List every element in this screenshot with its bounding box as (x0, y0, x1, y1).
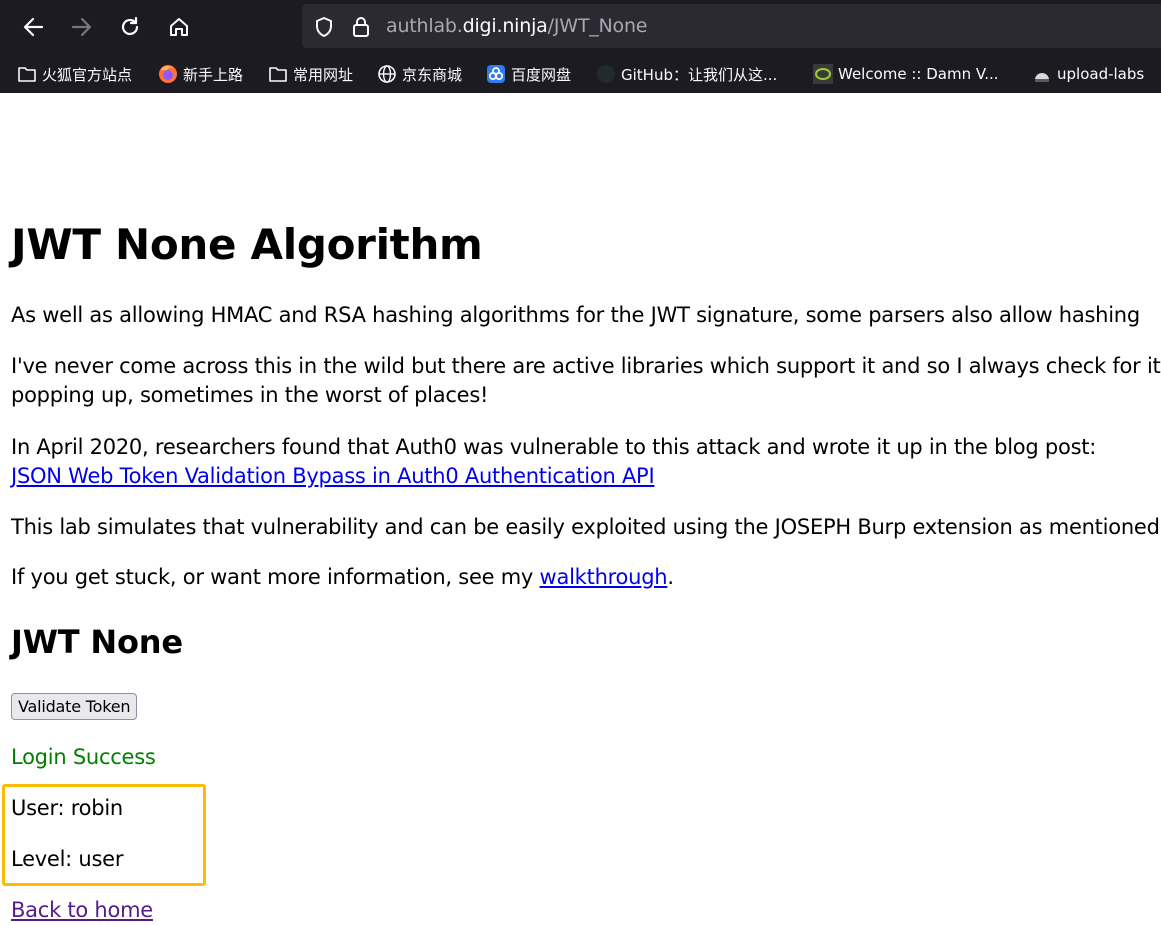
baidu-netdisk-icon (486, 64, 506, 84)
bookmarks-toolbar: 火狐官方站点 新手上路 常用网址 京东商城 百度网盘 GitHub：让我们从这.… (0, 53, 1161, 93)
folder-icon (268, 64, 288, 84)
back-arrow-icon (23, 17, 44, 37)
shield-icon[interactable] (314, 16, 334, 42)
back-button[interactable] (15, 9, 51, 45)
page-title: JWT None Algorithm (11, 220, 483, 269)
bookmark-label: 常用网址 (293, 65, 354, 84)
bookmark-label: GitHub：让我们从这... (621, 65, 778, 84)
url-bar[interactable]: authlab.digi.ninja/JWT_None (302, 4, 1161, 48)
reload-icon (121, 16, 139, 36)
home-button[interactable] (161, 9, 197, 45)
lab-paragraph: This lab simulates that vulnerability an… (11, 515, 1160, 539)
url-path: /JWT_None (547, 15, 648, 37)
validate-token-button[interactable]: Validate Token (11, 693, 138, 720)
help-text: If you get stuck, or want more informati… (11, 565, 540, 589)
upload-labs-icon (1032, 64, 1052, 84)
bookmark-label: 新手上路 (183, 65, 244, 84)
globe-icon (377, 64, 397, 84)
forward-arrow-icon (71, 17, 92, 37)
firefox-icon (158, 64, 178, 84)
url-host: digi.ninja (462, 15, 548, 37)
intro-paragraph: As well as allowing HMAC and RSA hashing… (11, 303, 1140, 327)
url-prefix: authlab. (386, 15, 463, 37)
login-status: Login Success (11, 745, 156, 769)
experience-line-1: I've never come across this in the wild … (11, 354, 1161, 378)
level-info: Level: user (11, 847, 124, 871)
auth0-blog-link[interactable]: JSON Web Token Validation Bypass in Auth… (11, 464, 655, 488)
bookmark-label: Welcome :: Damn V... (838, 65, 999, 83)
section-title: JWT None (11, 623, 183, 661)
research-text: In April 2020, researchers found that Au… (11, 435, 1097, 459)
research-paragraph: In April 2020, researchers found that Au… (11, 433, 1096, 491)
bookmark-item[interactable]: upload-labs (1032, 62, 1144, 86)
dvwa-icon (813, 64, 833, 84)
navigation-bar: authlab.digi.ninja/JWT_None (0, 0, 1161, 53)
home-icon (170, 18, 188, 36)
bookmark-item[interactable]: 新手上路 (158, 62, 243, 86)
browser-chrome: authlab.digi.ninja/JWT_None 火狐官方站点 新手上路 … (0, 0, 1161, 93)
help-period: . (667, 565, 674, 589)
reload-button[interactable] (112, 9, 148, 45)
url-text[interactable]: authlab.digi.ninja/JWT_None (386, 15, 647, 37)
forward-button[interactable] (64, 9, 100, 45)
bookmark-label: 百度网盘 (511, 65, 572, 84)
bookmark-label: 火狐官方站点 (42, 65, 133, 84)
bookmark-item[interactable]: 京东商城 (377, 62, 462, 86)
bookmark-label: 京东商城 (402, 65, 463, 84)
back-home-paragraph: Back to home (11, 896, 153, 925)
bookmark-item[interactable]: 常用网址 (268, 62, 353, 86)
bookmark-label: upload-labs (1057, 65, 1145, 83)
user-info: User: robin (11, 796, 123, 820)
lock-icon[interactable] (352, 16, 370, 42)
folder-icon (17, 64, 37, 84)
bookmark-item[interactable]: GitHub：让我们从这... (596, 62, 777, 86)
experience-paragraph: I've never come across this in the wild … (11, 352, 1161, 410)
bookmark-item[interactable]: 百度网盘 (486, 62, 571, 86)
bookmark-item[interactable]: Welcome :: Damn V... (813, 62, 999, 86)
github-icon (596, 64, 616, 84)
back-home-link[interactable]: Back to home (11, 898, 153, 922)
walkthrough-link[interactable]: walkthrough (540, 565, 668, 589)
bookmark-item[interactable]: 火狐官方站点 (17, 62, 132, 86)
help-paragraph: If you get stuck, or want more informati… (11, 563, 674, 592)
experience-line-2: popping up, sometimes in the worst of pl… (11, 383, 489, 407)
